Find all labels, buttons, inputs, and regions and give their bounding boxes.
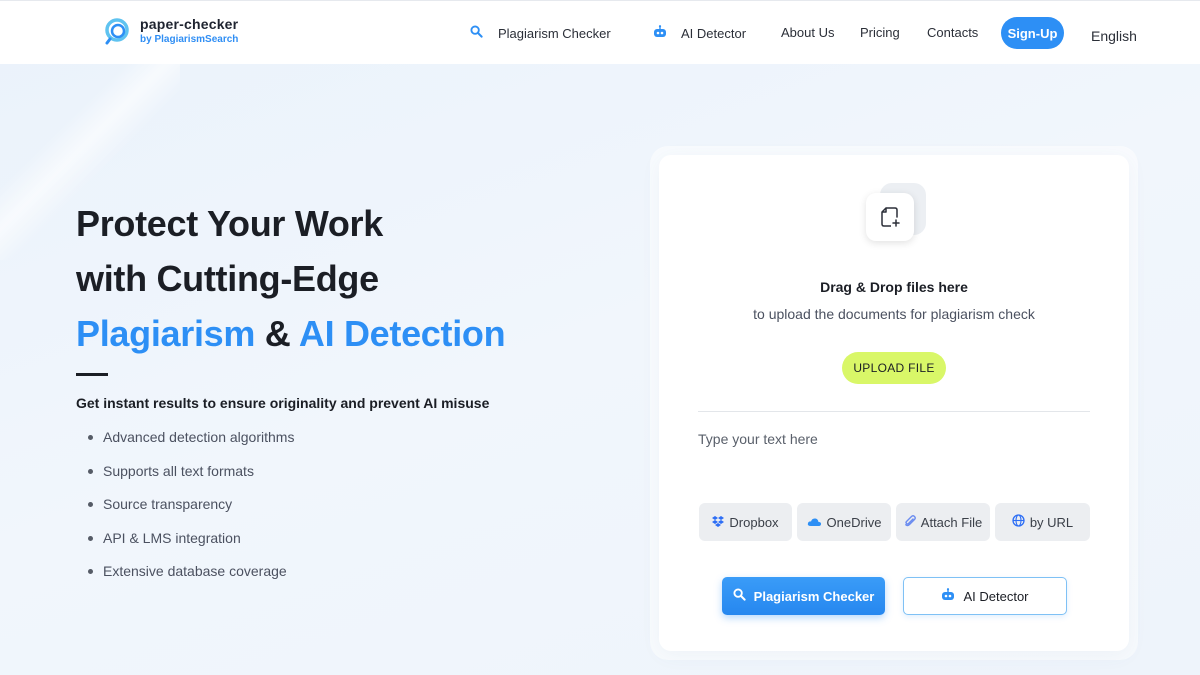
hero-subtitle: Get instant results to ensure originalit…: [76, 395, 490, 411]
logo-name: paper-checker: [140, 16, 239, 32]
hero-title-line-2: with Cutting-Edge: [76, 258, 379, 299]
card-divider: [698, 411, 1090, 412]
globe-icon: [1012, 514, 1025, 530]
dropbox-button[interactable]: Dropbox: [699, 503, 792, 541]
nav-pricing[interactable]: Pricing: [860, 25, 900, 40]
nav-plagiarism-checker-label: Plagiarism Checker: [498, 25, 611, 41]
hero-title-accent-ai: AI Detection: [298, 313, 506, 354]
bullet-icon: [88, 569, 93, 574]
nav-contacts[interactable]: Contacts: [927, 25, 978, 40]
logo-magnifier-icon: [104, 17, 132, 45]
language-selector[interactable]: English: [1091, 28, 1137, 44]
site-header: paper-checker by PlagiarismSearch Plagia…: [0, 0, 1200, 64]
bullet-icon: [88, 468, 93, 474]
cloud-icon: [807, 515, 822, 530]
feature-item: Advanced detection algorithms: [88, 429, 294, 463]
robot-icon: [941, 588, 955, 604]
hero-title-line-1: Protect Your Work: [76, 203, 383, 244]
file-add-icon: [866, 193, 914, 241]
feature-item: Source transparency: [88, 496, 294, 530]
hero-title: Protect Your Work with Cutting-Edge Plag…: [76, 196, 506, 361]
search-icon: [733, 588, 746, 604]
feature-item: API & LMS integration: [88, 530, 294, 564]
feature-item: Extensive database coverage: [88, 563, 294, 597]
attach-file-button[interactable]: Attach File: [896, 503, 990, 541]
drag-drop-subtitle: to upload the documents for plagiarism c…: [753, 306, 1035, 322]
bullet-icon: [88, 502, 93, 507]
upload-file-button[interactable]: UPLOAD FILE: [842, 352, 946, 384]
logo-subtitle: by PlagiarismSearch: [140, 34, 239, 45]
robot-icon: [653, 25, 667, 41]
dropbox-icon: [712, 515, 725, 530]
logo[interactable]: paper-checker by PlagiarismSearch: [104, 17, 238, 45]
drag-drop-title: Drag & Drop files here: [820, 279, 968, 295]
hero-divider: [76, 373, 108, 376]
onedrive-button[interactable]: OneDrive: [797, 503, 891, 541]
nav-ai-detector-label: AI Detector: [681, 25, 747, 41]
ai-detector-button[interactable]: AI Detector: [903, 577, 1067, 615]
feature-list: Advanced detection algorithms Supports a…: [88, 429, 294, 597]
plagiarism-checker-button[interactable]: Plagiarism Checker: [722, 577, 885, 615]
search-icon: [470, 25, 483, 41]
nav-plagiarism-checker[interactable]: Plagiarism Checker: [470, 25, 611, 41]
hero-title-accent-plagiarism: Plagiarism: [76, 313, 256, 354]
nav-about-us[interactable]: About Us: [781, 25, 834, 40]
feature-item: Supports all text formats: [88, 463, 294, 497]
bullet-icon: [88, 435, 93, 440]
by-url-button[interactable]: by URL: [995, 503, 1090, 541]
file-upload-icon-container[interactable]: [866, 183, 926, 243]
signup-button[interactable]: Sign-Up: [1001, 17, 1064, 49]
text-input[interactable]: Type your text here: [698, 431, 1090, 491]
nav-ai-detector[interactable]: AI Detector: [653, 25, 746, 41]
hero-title-ampersand: &: [264, 313, 291, 354]
paperclip-icon: [904, 514, 916, 531]
bullet-icon: [88, 535, 93, 541]
